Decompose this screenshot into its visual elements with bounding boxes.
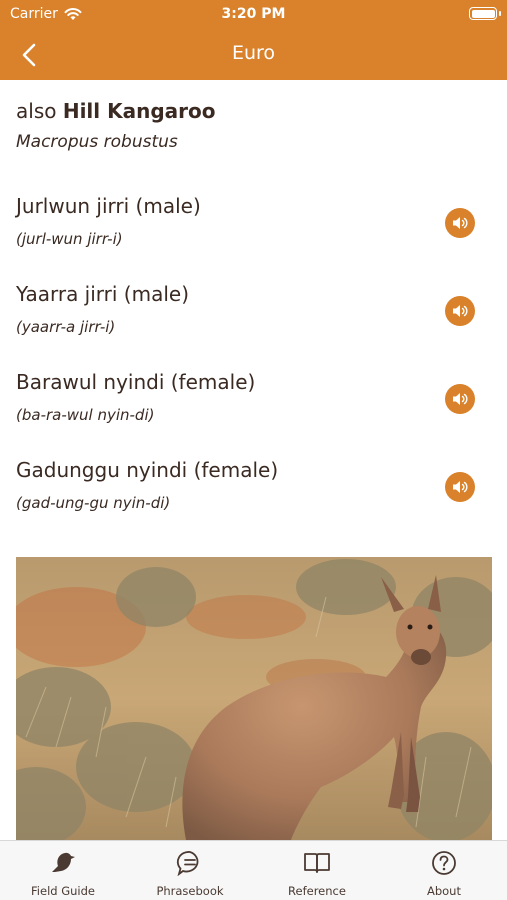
species-photo (16, 557, 492, 840)
tab-reference[interactable]: Reference (254, 841, 380, 900)
word-name: Jurlwun jirri (male) (16, 194, 201, 218)
tab-bar: Field Guide Phrasebook Reference About (0, 840, 507, 900)
speaker-icon (453, 481, 468, 493)
tab-field-guide[interactable]: Field Guide (0, 841, 126, 900)
tab-label: Phrasebook (156, 884, 224, 898)
also-prefix: also (16, 99, 57, 123)
common-name: Hill Kangaroo (62, 99, 216, 123)
book-icon (302, 849, 332, 877)
battery-icon (469, 7, 497, 20)
battery-cap (499, 11, 501, 16)
play-audio-button[interactable] (445, 296, 475, 326)
navigation-bar: Euro (0, 30, 507, 80)
word-name: Gadunggu nyindi (female) (16, 458, 279, 482)
tab-about[interactable]: About (381, 841, 507, 900)
word-row: Yaarra jirri (male) (yaarr-a jirr-i) (0, 282, 507, 362)
play-audio-button[interactable] (445, 472, 475, 502)
speech-bubble-icon (175, 849, 205, 877)
also-known-as: also Hill Kangaroo (16, 99, 215, 123)
play-audio-button[interactable] (445, 208, 475, 238)
bird-icon (48, 849, 78, 877)
tab-label: Reference (288, 884, 346, 898)
header: Carrier 3:20 PM Euro (0, 0, 507, 80)
play-audio-button[interactable] (445, 384, 475, 414)
species-detail: also Hill Kangaroo Macropus robustus Jur… (0, 80, 507, 840)
kangaroo-photo (16, 557, 492, 840)
speaker-icon (453, 393, 468, 405)
status-bar: Carrier 3:20 PM (0, 0, 507, 30)
tab-label: About (426, 884, 461, 898)
question-icon (429, 849, 459, 877)
word-name: Barawul nyindi (female) (16, 370, 256, 394)
word-row: Barawul nyindi (female) (ba-ra-wul nyin-… (0, 370, 507, 450)
speaker-icon (453, 217, 468, 229)
word-pronunciation: (ba-ra-wul nyin-di) (16, 406, 155, 424)
word-pronunciation: (yaarr-a jirr-i) (16, 318, 116, 336)
tab-label: Field Guide (31, 884, 95, 898)
word-row: Gadunggu nyindi (female) (gad-ung-gu nyi… (0, 458, 507, 538)
word-pronunciation: (jurl-wun jirr-i) (16, 230, 123, 248)
page-title: Euro (231, 42, 276, 64)
scientific-name: Macropus robustus (16, 132, 178, 152)
word-pronunciation: (gad-ung-gu nyin-di) (16, 494, 171, 512)
speaker-icon (453, 305, 468, 317)
word-name: Yaarra jirri (male) (16, 282, 190, 306)
status-time: 3:20 PM (221, 6, 286, 22)
word-row: Jurlwun jirri (male) (jurl-wun jirr-i) (0, 194, 507, 274)
tab-phrasebook[interactable]: Phrasebook (127, 841, 253, 900)
